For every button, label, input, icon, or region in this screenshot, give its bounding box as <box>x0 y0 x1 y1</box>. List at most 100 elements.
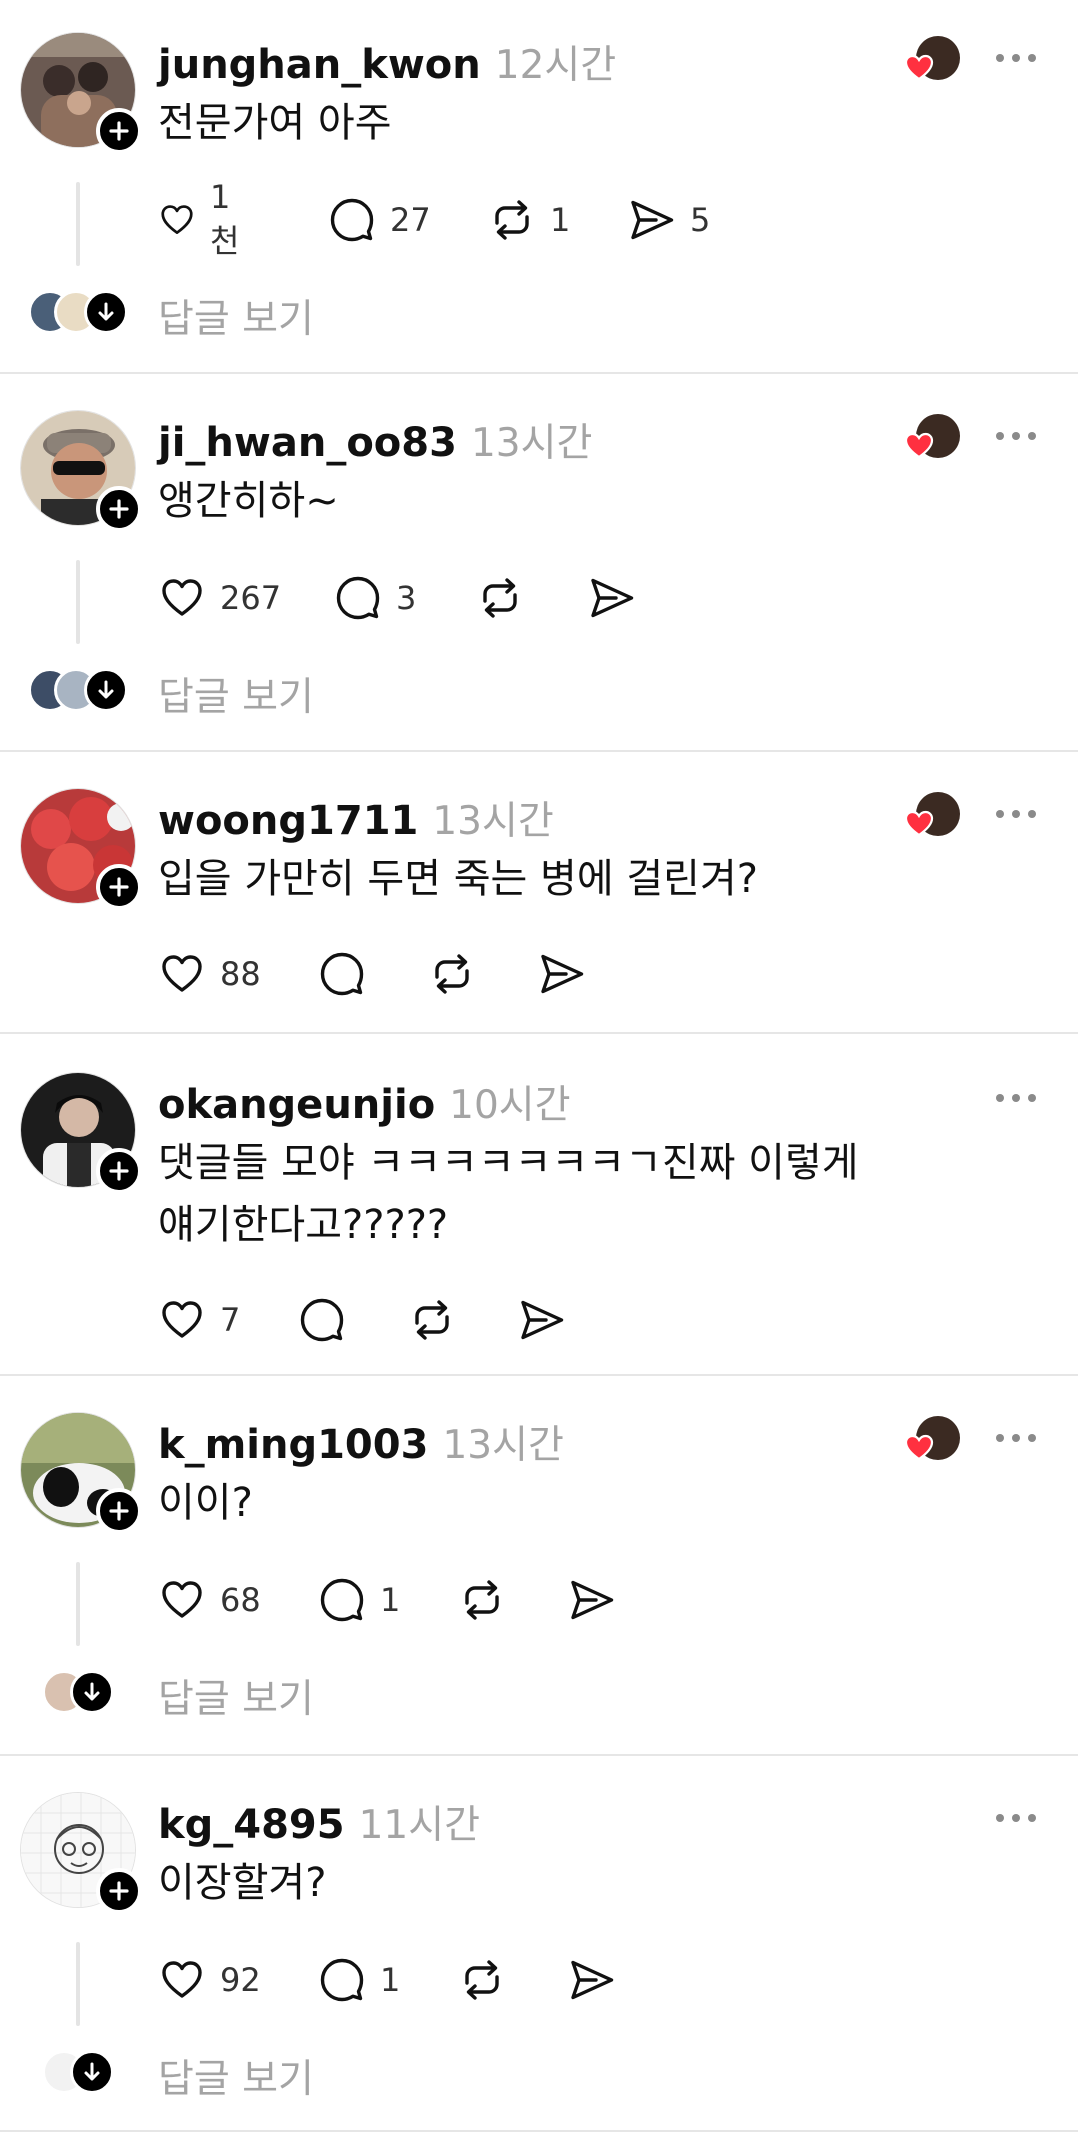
more-options-ellipsis-icon[interactable] <box>996 426 1040 446</box>
heart-outline-icon <box>158 1576 206 1624</box>
follow-plus-icon[interactable] <box>96 108 142 154</box>
comment-button[interactable] <box>298 1292 346 1348</box>
speech-bubble-icon <box>318 1576 366 1624</box>
avatar[interactable] <box>20 1412 142 1534</box>
avatar[interactable] <box>20 1072 142 1194</box>
comment-post: woong1711 13시간 입을 가만히 두면 죽는 병에 걸린겨? 88 <box>0 752 1078 1032</box>
repost-button[interactable] <box>428 946 476 1002</box>
comment-count: 1 <box>380 1961 401 1999</box>
view-replies-link[interactable]: 답글 보기 <box>158 2048 314 2104</box>
heart-outline-icon <box>158 1296 206 1344</box>
speech-bubble-icon <box>318 1956 366 2004</box>
like-count: 267 <box>220 579 282 617</box>
author-liked-indicator <box>904 792 960 842</box>
more-options-ellipsis-icon[interactable] <box>996 48 1040 68</box>
timestamp: 13시간 <box>442 1423 564 1468</box>
view-replies-link[interactable]: 답글 보기 <box>158 288 314 344</box>
heart-outline-icon <box>158 1956 206 2004</box>
reply-avatars[interactable] <box>28 290 128 340</box>
repost-count: 1 <box>550 201 571 239</box>
avatar[interactable] <box>20 788 142 910</box>
view-replies-link[interactable]: 답글 보기 <box>158 1668 314 1724</box>
share-button[interactable] <box>568 1572 616 1628</box>
comment-button[interactable]: 1 <box>318 1572 400 1628</box>
thread-line <box>76 560 80 644</box>
speech-bubble-icon <box>328 196 376 244</box>
reply-avatars[interactable] <box>28 668 128 718</box>
heart-filled-icon <box>904 430 934 460</box>
speech-bubble-icon <box>298 1296 346 1344</box>
username[interactable]: ji_hwan_oo83 <box>158 420 457 466</box>
comment-post: okangeunjio 10시간 댓글들 모야 ㅋㅋㅋㅋㅋㅋㅋㄱ진짜 이렇게 얘… <box>0 1034 1078 1374</box>
follow-plus-icon[interactable] <box>96 1488 142 1534</box>
comment-post: kg_4895 11시간 이장할겨? 92 1 답글 보기 <box>0 1756 1078 2130</box>
comment-button[interactable]: 27 <box>328 192 431 248</box>
repost-button[interactable] <box>408 1292 456 1348</box>
timestamp: 10시간 <box>449 1083 571 1128</box>
like-button[interactable]: 68 <box>158 1572 261 1628</box>
username[interactable]: kg_4895 <box>158 1802 345 1848</box>
share-button[interactable] <box>588 570 636 626</box>
username[interactable]: woong1711 <box>158 798 418 844</box>
arrow-down-icon[interactable] <box>84 290 128 334</box>
follow-plus-icon[interactable] <box>96 1148 142 1194</box>
like-button[interactable]: 267 <box>158 570 281 626</box>
comment-text: 앵간히하~ <box>158 478 339 524</box>
timestamp: 13시간 <box>432 799 554 844</box>
comment-button[interactable]: 3 <box>334 570 416 626</box>
avatar[interactable] <box>20 410 142 532</box>
paper-plane-icon <box>568 1956 616 2004</box>
avatar[interactable] <box>20 1792 142 1914</box>
repost-button[interactable]: 1 <box>488 192 570 248</box>
comment-button[interactable] <box>318 946 366 1002</box>
comment-button[interactable]: 1 <box>318 1952 400 2008</box>
like-button[interactable]: 88 <box>158 946 261 1002</box>
more-options-ellipsis-icon[interactable] <box>996 1428 1040 1448</box>
share-button[interactable] <box>518 1292 566 1348</box>
arrow-down-icon[interactable] <box>70 2050 114 2094</box>
follow-plus-icon[interactable] <box>96 486 142 532</box>
author-liked-indicator <box>904 36 960 86</box>
repost-button[interactable] <box>458 1572 506 1628</box>
author-liked-indicator <box>904 414 960 464</box>
more-options-ellipsis-icon[interactable] <box>996 1088 1040 1108</box>
timestamp: 13시간 <box>470 421 593 466</box>
username[interactable]: okangeunjio <box>158 1082 435 1128</box>
speech-bubble-icon <box>318 950 366 998</box>
timestamp: 11시간 <box>358 1803 480 1848</box>
repost-arrows-icon <box>408 1296 456 1344</box>
view-replies-link[interactable]: 답글 보기 <box>158 666 314 722</box>
speech-bubble-icon <box>334 574 382 622</box>
more-options-ellipsis-icon[interactable] <box>996 804 1040 824</box>
like-button[interactable]: 92 <box>158 1952 261 2008</box>
avatar[interactable] <box>20 32 142 154</box>
repost-button[interactable] <box>458 1952 506 2008</box>
follow-plus-icon[interactable] <box>96 1868 142 1914</box>
repost-button[interactable] <box>476 570 524 626</box>
reply-avatars[interactable] <box>42 1670 118 1720</box>
thread-line <box>76 1562 80 1646</box>
paper-plane-icon <box>568 1576 616 1624</box>
arrow-down-icon[interactable] <box>84 668 128 712</box>
timestamp: 12시간 <box>494 43 617 88</box>
like-count: 1천 <box>210 178 240 260</box>
author-liked-indicator <box>904 1416 960 1466</box>
share-button[interactable] <box>568 1952 616 2008</box>
comment-text: 전문가여 아주 <box>158 100 392 146</box>
thread-line <box>76 182 80 266</box>
share-button[interactable]: 5 <box>628 192 710 248</box>
username[interactable]: k_ming1003 <box>158 1422 428 1468</box>
follow-plus-icon[interactable] <box>96 864 142 910</box>
arrow-down-icon[interactable] <box>70 1670 114 1714</box>
heart-outline-icon <box>158 574 206 622</box>
divider <box>0 2130 1078 2132</box>
comment-count: 3 <box>396 579 417 617</box>
username[interactable]: junghan_kwon <box>158 42 481 88</box>
thread-line <box>76 1942 80 2026</box>
more-options-ellipsis-icon[interactable] <box>996 1808 1040 1828</box>
share-count: 5 <box>690 201 711 239</box>
like-button[interactable]: 7 <box>158 1292 240 1348</box>
reply-avatars[interactable] <box>42 2050 118 2100</box>
like-button[interactable]: 1천 <box>158 178 249 260</box>
share-button[interactable] <box>538 946 586 1002</box>
